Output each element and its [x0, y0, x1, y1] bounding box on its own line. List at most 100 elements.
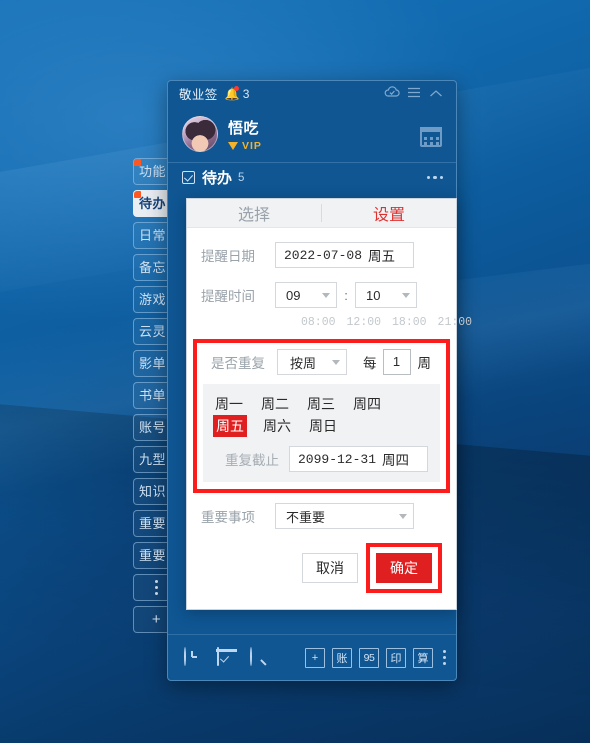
repeat-mode-select[interactable]: 按周	[277, 349, 347, 375]
tab-settings[interactable]: 设置	[322, 201, 456, 225]
hamburger-menu-icon[interactable]	[403, 86, 425, 101]
repeat-until-input[interactable]: 2099-12-31 周四	[289, 446, 428, 472]
importance-row: 重要事项 不重要	[201, 503, 442, 529]
repeat-mode-value: 按周	[290, 355, 317, 371]
list-header: 待办 5	[168, 162, 456, 192]
chevron-down-icon	[332, 359, 340, 365]
weekday-option-5[interactable]: 周六	[261, 415, 293, 437]
weekday-option-3[interactable]: 周四	[351, 393, 383, 415]
time-preset-0[interactable]: 08:00	[301, 316, 336, 329]
category-tab-label: 功能	[139, 164, 167, 179]
bottom-toolbar: + 账 95 印算	[168, 634, 456, 680]
more-horizontal-icon[interactable]	[426, 175, 443, 180]
quick-button-0[interactable]: +	[305, 647, 325, 668]
confirm-button-highlight: 确定	[366, 543, 442, 593]
category-tab-label: 知识	[139, 484, 167, 499]
minute-value: 10	[366, 287, 381, 303]
weekday-option-4[interactable]: 周五	[213, 415, 247, 437]
time-preset-1[interactable]: 12:00	[347, 316, 382, 329]
time-preset-3[interactable]: 21:00	[438, 316, 473, 329]
repeat-label: 是否重复	[211, 356, 265, 371]
weekday-option-2[interactable]: 周三	[305, 393, 337, 415]
weekday-option-1[interactable]: 周二	[259, 393, 291, 415]
notification-count: 3	[242, 86, 250, 101]
notification-dot	[233, 86, 239, 91]
quick-button-1[interactable]: 账	[332, 647, 352, 668]
reminder-date-row: 提醒日期 2022-07-08 周五	[201, 242, 442, 268]
gem-icon	[228, 141, 238, 150]
reminder-date-label: 提醒日期	[201, 249, 255, 264]
tab-select[interactable]: 选择	[187, 201, 321, 225]
nickname: 悟吃	[228, 119, 260, 137]
unread-dot	[134, 191, 141, 198]
clock-icon[interactable]	[184, 647, 203, 667]
every-prefix-label: 每	[363, 356, 377, 371]
repeat-interval-input[interactable]: 1	[382, 349, 411, 375]
importance-select[interactable]: 不重要	[275, 503, 414, 529]
task-icon[interactable]	[217, 647, 236, 667]
category-tab-label: 备忘	[139, 260, 167, 275]
reminder-settings-dialog: 选择 设置 提醒日期 2022-07-08 周五 提醒时间 09 : 10 08…	[186, 198, 472, 610]
reminder-date-value: 2022-07-08	[284, 247, 363, 263]
list-title: 待办	[202, 170, 233, 187]
checkbox-calendar-icon	[182, 171, 195, 184]
category-tab-label: 日常	[139, 228, 167, 243]
vip-label: VIP	[242, 139, 262, 152]
importance-value: 不重要	[286, 509, 326, 525]
time-preset-list: 08:00 12:00 18:00 21:00	[301, 316, 472, 329]
category-tab-label: 待办	[139, 196, 167, 211]
bottom-toolbar-right: + 账 95 印算	[305, 647, 446, 668]
cloud-sync-icon[interactable]	[381, 86, 403, 101]
hour-select[interactable]: 09	[275, 282, 337, 308]
time-preset-2[interactable]: 18:00	[392, 316, 427, 329]
reminder-date-input[interactable]: 2022-07-08 周五	[275, 242, 414, 268]
quick-button-4[interactable]: 算	[413, 647, 433, 668]
profile-text: 悟吃 VIP	[228, 117, 262, 152]
cancel-button[interactable]: 取消	[302, 553, 358, 583]
repeat-until-weekday: 周四	[382, 453, 410, 468]
list-count: 5	[238, 171, 245, 184]
category-tab-label: 重要	[139, 548, 167, 563]
more-vertical-icon[interactable]	[443, 650, 446, 665]
repeat-settings-section: 是否重复 按周 每 1 周 周一 周二 周三 周四 周五 周六 周日 重复截止 2099-1…	[193, 339, 450, 493]
quick-button-2[interactable]: 95	[359, 647, 379, 668]
importance-label: 重要事项	[201, 510, 255, 525]
repeat-unit-label: 周	[417, 356, 432, 371]
repeat-until-value: 2099-12-31	[298, 451, 377, 467]
category-tab-label: 云灵	[139, 324, 167, 339]
chevron-up-icon[interactable]	[425, 86, 447, 101]
reminder-date-weekday: 周五	[368, 249, 396, 264]
quick-button-3[interactable]: 印	[386, 647, 406, 668]
weekday-option-0[interactable]: 周一	[213, 393, 245, 415]
repeat-until-row: 重复截止 2099-12-31 周四	[213, 446, 430, 472]
repeat-mode-row: 是否重复 按周 每 1 周	[203, 349, 440, 375]
hour-value: 09	[286, 287, 301, 303]
confirm-button[interactable]: 确定	[376, 553, 432, 583]
weekday-option-6[interactable]: 周日	[307, 415, 339, 437]
bottom-toolbar-left	[184, 647, 269, 667]
reminder-time-row: 提醒时间 09 : 10	[201, 282, 442, 308]
category-tab-label: 游戏	[139, 292, 167, 307]
search-icon[interactable]	[250, 647, 269, 667]
weekday-picker-block: 周一 周二 周三 周四 周五 周六 周日 重复截止 2099-12-31 周四	[203, 384, 440, 482]
avatar[interactable]	[182, 116, 218, 152]
calendar-icon[interactable]	[418, 121, 444, 147]
title-bar: 敬业签 🔔 3	[168, 81, 456, 106]
chevron-down-icon	[322, 292, 330, 298]
dialog-tab-bar: 选择 设置	[187, 199, 456, 228]
unread-dot	[134, 159, 141, 166]
dialog-footer: 取消 确定	[187, 529, 456, 609]
category-tab-label: 九型	[139, 452, 167, 467]
chevron-down-icon	[399, 513, 407, 519]
dialog-body: 提醒日期 2022-07-08 周五 提醒时间 09 : 10 08:00 12:…	[187, 228, 472, 529]
minute-select[interactable]: 10	[355, 282, 417, 308]
vip-badge: VIP	[228, 140, 262, 152]
bell-icon[interactable]: 🔔	[225, 86, 240, 101]
category-tab-label: 影单	[139, 356, 167, 371]
category-tab-label: 重要	[139, 516, 167, 531]
app-title: 敬业签	[179, 88, 218, 102]
chevron-down-icon	[402, 292, 410, 298]
weekday-list: 周一 周二 周三 周四周五 周六 周日	[213, 393, 430, 437]
reminder-time-label: 提醒时间	[201, 289, 255, 304]
profile-row: 悟吃 VIP	[168, 106, 456, 162]
